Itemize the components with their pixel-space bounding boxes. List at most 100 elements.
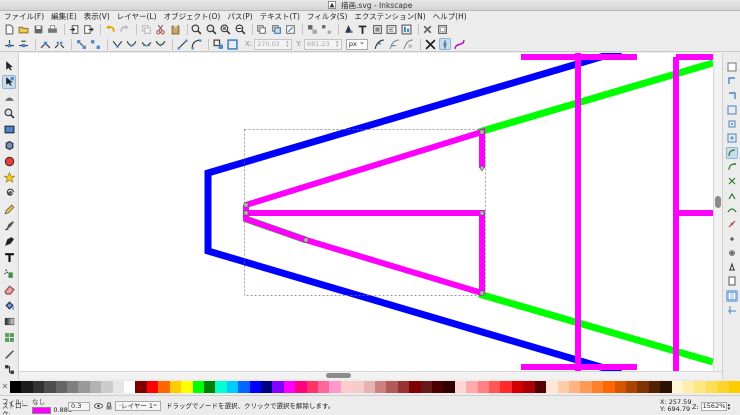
palette-swatch[interactable] [124, 381, 136, 393]
stroke-color-swatch[interactable] [31, 406, 52, 414]
palette-swatch[interactable] [386, 381, 398, 393]
pen-icon[interactable] [2, 219, 16, 233]
snap-smooth-icon[interactable] [726, 204, 738, 216]
snap-object-center-icon[interactable] [726, 233, 738, 245]
path-node[interactable] [243, 210, 249, 216]
eraser-icon[interactable] [2, 283, 16, 297]
palette-swatch[interactable] [591, 381, 604, 393]
palette-swatch[interactable] [375, 381, 387, 393]
palette-swatch[interactable] [614, 381, 626, 393]
layers-icon[interactable] [371, 24, 383, 36]
palette-swatch[interactable] [717, 381, 729, 393]
palette-swatch[interactable] [489, 381, 501, 393]
stroke-to-path-icon[interactable] [227, 38, 239, 50]
palette-swatch[interactable] [705, 381, 718, 393]
menu-layer[interactable]: レイヤー(L) [117, 11, 157, 22]
3d-box-icon[interactable] [2, 139, 16, 153]
palette-swatch[interactable] [249, 381, 261, 393]
align-distribute-icon[interactable] [400, 24, 412, 36]
connector-icon[interactable] [2, 363, 16, 377]
palette-swatch[interactable] [135, 381, 147, 393]
zoom-width-icon[interactable] [234, 24, 246, 36]
palette-swatch[interactable] [477, 381, 490, 393]
text-font-icon[interactable] [357, 24, 369, 36]
zoom-spinner-icon[interactable]: ▴▾ [728, 402, 732, 411]
fill-stroke-indicator[interactable]: フィル: なし ストローク: 0.886 [2, 398, 72, 415]
xml-editor-icon[interactable] [386, 24, 398, 36]
menu-edit[interactable]: 編集(E) [51, 11, 77, 22]
palette-swatch[interactable] [55, 381, 68, 393]
snap-cusp-icon[interactable] [726, 190, 738, 202]
horizontal-scrollbar[interactable] [19, 371, 722, 379]
snap-guide-icon[interactable] [726, 304, 738, 316]
palette-swatch[interactable] [32, 381, 45, 393]
node-cusp-icon[interactable] [111, 38, 123, 50]
palette-swatch[interactable] [21, 381, 33, 393]
star-icon[interactable] [2, 171, 16, 185]
eye-icon[interactable] [94, 402, 103, 410]
mask-edit-icon[interactable] [403, 38, 415, 50]
object-to-path-icon[interactable] [212, 38, 224, 50]
node-smooth-icon[interactable] [126, 38, 138, 50]
show-transform-handles-icon[interactable] [424, 38, 436, 50]
open-document-icon[interactable] [18, 24, 30, 36]
path-node[interactable] [479, 129, 485, 135]
palette-swatch[interactable] [603, 381, 615, 393]
palette-swatch[interactable] [272, 381, 284, 393]
insert-node-icon[interactable] [3, 38, 15, 50]
snap-grid-icon[interactable] [725, 289, 738, 302]
palette-swatch[interactable] [192, 381, 204, 393]
document-properties-icon[interactable] [436, 24, 448, 36]
export-icon[interactable] [83, 24, 95, 36]
palette-swatch[interactable] [397, 381, 410, 393]
palette-swatch[interactable] [101, 381, 113, 393]
snap-page-icon[interactable] [726, 275, 738, 287]
rectangle-icon[interactable] [2, 123, 16, 137]
copy-icon[interactable] [140, 24, 152, 36]
no-paint-icon[interactable]: ✕ [0, 381, 10, 393]
palette-swatch[interactable] [226, 381, 239, 393]
palette-swatch[interactable] [329, 381, 341, 393]
snap-path-icon[interactable] [726, 161, 738, 173]
palette-swatch[interactable] [660, 381, 672, 393]
palette-swatch[interactable] [694, 381, 706, 393]
menu-filters[interactable]: フィルタ(S) [307, 11, 347, 22]
show-path-outline-icon[interactable] [453, 38, 465, 50]
show-handles-icon[interactable] [438, 38, 451, 50]
snap-bbox-midpoint-icon[interactable] [726, 118, 738, 130]
ungroup-icon[interactable] [321, 24, 333, 36]
node-tool-icon[interactable] [2, 75, 16, 89]
import-icon[interactable] [68, 24, 80, 36]
palette-swatch[interactable] [568, 381, 581, 393]
zoom-selection-icon[interactable] [191, 24, 203, 36]
vertical-scrollbar[interactable] [713, 53, 722, 371]
snap-nodes-icon[interactable] [725, 146, 738, 159]
palette-swatch[interactable] [671, 381, 683, 393]
delete-segment-icon[interactable] [90, 38, 102, 50]
palette-swatch[interactable] [432, 381, 444, 393]
snap-bbox-icon[interactable] [726, 75, 738, 87]
menu-object[interactable]: オブジェクト(O) [164, 11, 221, 22]
canvas-drawing[interactable] [19, 53, 713, 371]
segment-curve-icon[interactable] [191, 38, 203, 50]
circle-icon[interactable] [2, 155, 16, 169]
palette-swatch[interactable] [534, 381, 547, 393]
mesh-icon[interactable] [2, 331, 16, 345]
palette-swatch[interactable] [648, 381, 661, 393]
palette-swatch[interactable] [511, 381, 524, 393]
menu-file[interactable]: ファイル(F) [4, 11, 44, 22]
undo-icon[interactable] [104, 24, 116, 36]
palette-swatch[interactable] [260, 381, 273, 393]
palette-swatch[interactable] [44, 381, 56, 393]
save-icon[interactable] [32, 24, 44, 36]
palette-swatch[interactable] [454, 381, 467, 393]
palette-swatch[interactable] [306, 381, 318, 393]
snap-bbox-center-icon[interactable] [726, 132, 738, 144]
magenta-path[interactable] [243, 53, 713, 371]
snap-midpoint-icon[interactable] [726, 218, 738, 230]
unit-select[interactable]: px [345, 38, 368, 50]
x-coordinate-input[interactable]: 270.02 [254, 38, 293, 50]
y-coordinate-input[interactable]: 681.23 [303, 38, 342, 50]
dropper-icon[interactable] [2, 347, 16, 361]
palette-swatch[interactable] [352, 381, 364, 393]
